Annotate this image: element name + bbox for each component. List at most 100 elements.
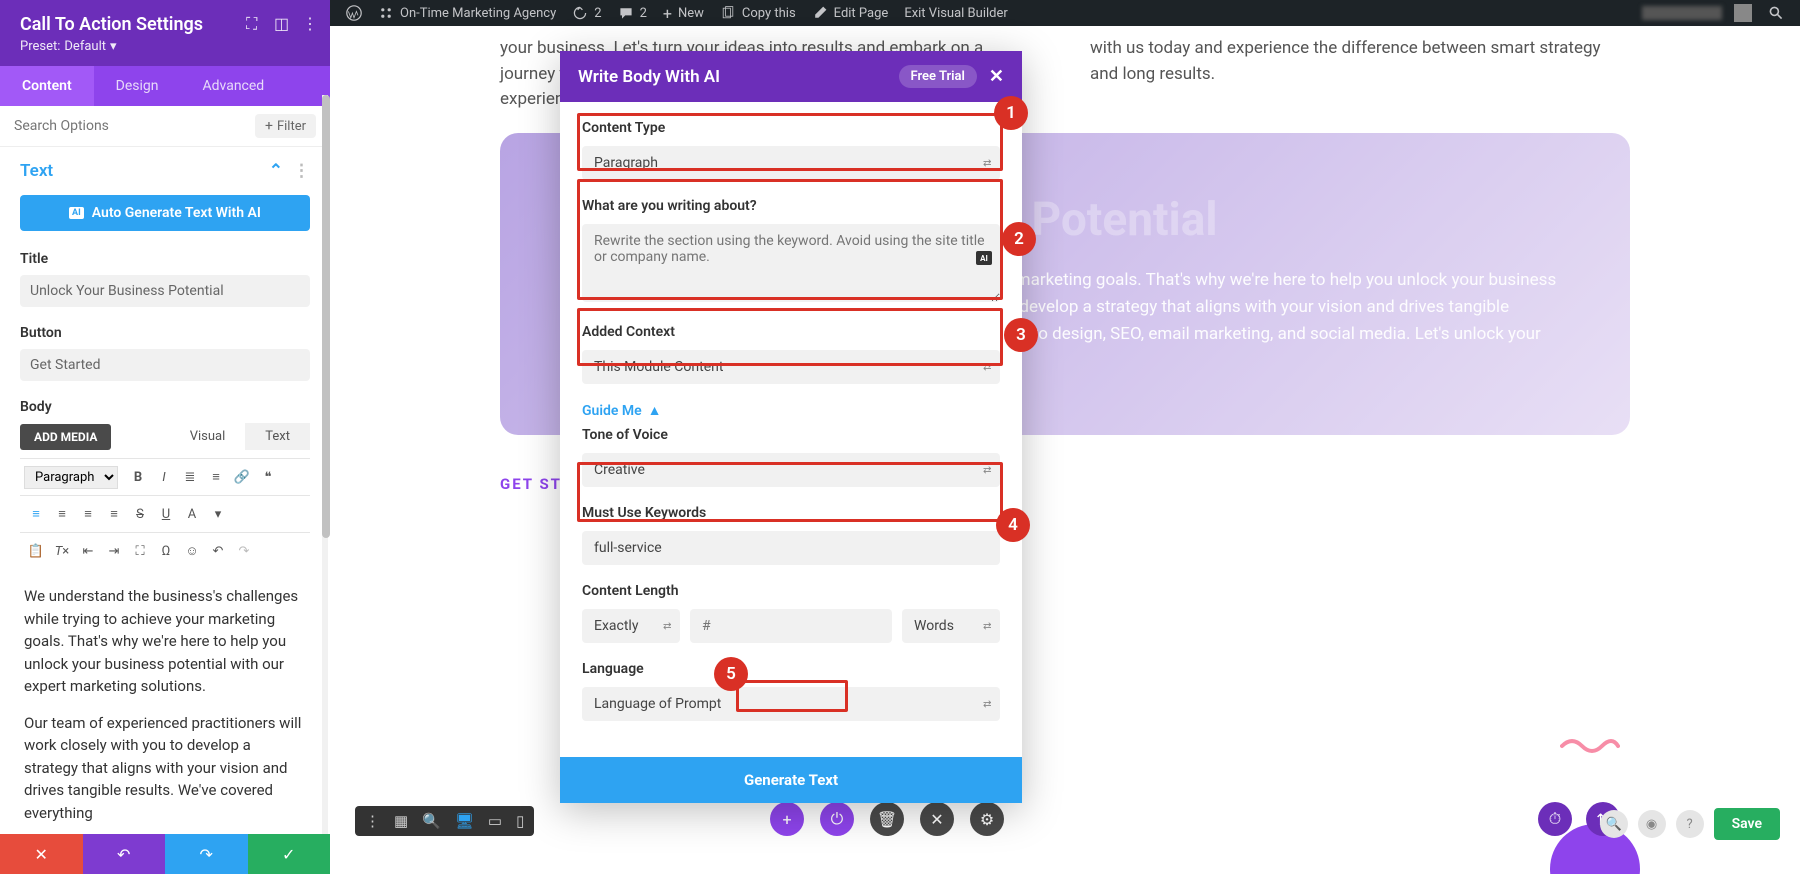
editor-tab-visual[interactable]: Visual: [170, 423, 246, 450]
undo-button[interactable]: ↶: [83, 834, 166, 874]
section-head-text[interactable]: Text ⌃⋮: [20, 161, 310, 181]
drag-icon[interactable]: ⛶: [246, 14, 262, 30]
viewport-bar: ⋮ ▦ 🔍 🖥 ▭ ▯: [355, 806, 534, 836]
annotation-badge-3: 3: [1004, 318, 1038, 352]
search-icon[interactable]: [1760, 5, 1792, 21]
button-label: Button: [20, 325, 310, 341]
align-center-icon[interactable]: ≡: [50, 502, 74, 526]
length-unit-select[interactable]: Words: [902, 609, 1000, 643]
context-select[interactable]: This Module Content: [582, 350, 1000, 384]
wp-admin-bar: On-Time Marketing Agency 2 2 +New Copy t…: [330, 0, 1800, 26]
clear-format-icon[interactable]: T×: [50, 539, 74, 563]
power-icon[interactable]: ⏻: [820, 802, 854, 836]
keywords-input[interactable]: [582, 531, 1000, 565]
text-col-right: with us today and experience the differe…: [1090, 36, 1630, 113]
length-count-input[interactable]: [690, 609, 892, 643]
outdent-icon[interactable]: ⇥: [102, 539, 126, 563]
zoom-icon[interactable]: 🔍: [422, 812, 441, 830]
content-type-label: Content Type: [582, 120, 1000, 136]
special-char-icon[interactable]: Ω: [154, 539, 178, 563]
add-media-button[interactable]: ADD MEDIA: [20, 424, 111, 450]
body-editor[interactable]: We understand the business's challenges …: [20, 569, 310, 834]
desktop-icon[interactable]: 🖥: [455, 812, 474, 830]
italic-icon[interactable]: I: [152, 465, 176, 489]
tab-advanced[interactable]: Advanced: [181, 66, 287, 106]
more-icon[interactable]: ⋮: [302, 14, 318, 30]
settings-module-icon[interactable]: ⚙: [970, 802, 1004, 836]
undo-icon[interactable]: ↶: [206, 539, 230, 563]
text-color-icon[interactable]: A: [180, 502, 204, 526]
exit-visual-builder[interactable]: Exit Visual Builder: [896, 6, 1015, 21]
auto-generate-ai-button[interactable]: AIAuto Generate Text With AI: [20, 195, 310, 231]
search-options-input[interactable]: [14, 118, 255, 134]
tone-select[interactable]: Creative: [582, 453, 1000, 487]
expand-icon[interactable]: ◫: [274, 14, 290, 30]
history-icon[interactable]: ⏱: [1538, 802, 1572, 836]
comments[interactable]: 2: [610, 5, 655, 21]
squiggle-decoration: [1560, 734, 1620, 754]
redo-button[interactable]: ↷: [165, 834, 248, 874]
align-right-icon[interactable]: ≡: [76, 502, 100, 526]
indent-icon[interactable]: ⇤: [76, 539, 100, 563]
preset-selector[interactable]: Preset: Default ▾: [20, 39, 310, 54]
modal-header: Write Body With AI Free Trial ✕: [560, 51, 1022, 102]
ai-suggest-icon[interactable]: AI: [976, 251, 992, 265]
bold-icon[interactable]: B: [126, 465, 150, 489]
chevron-up-icon[interactable]: ⌃: [269, 161, 283, 181]
language-select[interactable]: Language of Prompt: [582, 687, 1000, 721]
viewport-more-icon[interactable]: ⋮: [365, 812, 380, 830]
align-left-icon[interactable]: ≡: [24, 502, 48, 526]
close-module-icon[interactable]: ✕: [920, 802, 954, 836]
emoji-icon[interactable]: ☺: [180, 539, 204, 563]
redo-icon[interactable]: ↷: [232, 539, 256, 563]
phone-icon[interactable]: ▯: [516, 812, 524, 830]
content-type-select[interactable]: Paragraph: [582, 146, 1000, 180]
strike-icon[interactable]: S: [128, 502, 152, 526]
align-justify-icon[interactable]: ≡: [102, 502, 126, 526]
help-icon[interactable]: ?: [1676, 810, 1704, 838]
guide-me-toggle[interactable]: Guide Me▲: [582, 402, 1000, 419]
link-icon[interactable]: 🔗: [230, 465, 254, 489]
add-module-icon[interactable]: +: [770, 802, 804, 836]
close-icon[interactable]: ✕: [989, 66, 1004, 87]
bullet-list-icon[interactable]: ≣: [178, 465, 202, 489]
new-content[interactable]: +New: [655, 4, 712, 23]
chevron-up-icon: ▲: [648, 402, 662, 419]
number-list-icon[interactable]: ≡: [204, 465, 228, 489]
length-label: Content Length: [582, 583, 1000, 599]
section-more-icon[interactable]: ⋮: [293, 161, 310, 181]
filter-button[interactable]: +Filter: [255, 114, 316, 138]
revisions[interactable]: 2: [564, 5, 609, 21]
quote-icon[interactable]: ❝: [256, 465, 280, 489]
free-trial-button[interactable]: Free Trial: [899, 65, 977, 88]
title-input[interactable]: [20, 275, 310, 307]
format-select[interactable]: Paragraph: [24, 466, 118, 489]
discard-button[interactable]: ✕: [0, 834, 83, 874]
wireframe-icon[interactable]: ▦: [394, 812, 408, 830]
module-settings-sidebar: Call To Action Settings Preset: Default …: [0, 0, 330, 874]
copy-this[interactable]: Copy this: [712, 5, 804, 21]
about-textarea[interactable]: [582, 224, 1000, 302]
tab-design[interactable]: Design: [94, 66, 181, 106]
body-label: Body: [20, 399, 310, 415]
user-account[interactable]: [1634, 4, 1760, 22]
site-name[interactable]: On-Time Marketing Agency: [370, 5, 564, 21]
generate-text-button[interactable]: Generate Text: [560, 757, 1022, 803]
length-mode-select[interactable]: Exactly: [582, 609, 680, 643]
save-button[interactable]: Save: [1714, 808, 1780, 840]
search-page-icon[interactable]: 🔍: [1600, 810, 1628, 838]
edit-page[interactable]: Edit Page: [804, 5, 897, 21]
underline-icon[interactable]: U: [154, 502, 178, 526]
button-input[interactable]: [20, 349, 310, 381]
trash-icon[interactable]: 🗑: [870, 802, 904, 836]
tab-content[interactable]: Content: [0, 66, 94, 106]
paste-icon[interactable]: 📋: [24, 539, 48, 563]
wp-logo[interactable]: [338, 5, 370, 21]
text-color-dropdown-icon[interactable]: ▾: [206, 502, 230, 526]
apply-button[interactable]: ✓: [248, 834, 331, 874]
language-label: Language: [582, 661, 1000, 677]
layers-page-icon[interactable]: ◉: [1638, 810, 1666, 838]
fullscreen-icon[interactable]: ⛶: [128, 539, 152, 563]
tablet-icon[interactable]: ▭: [488, 812, 502, 830]
editor-tab-text[interactable]: Text: [245, 423, 310, 450]
